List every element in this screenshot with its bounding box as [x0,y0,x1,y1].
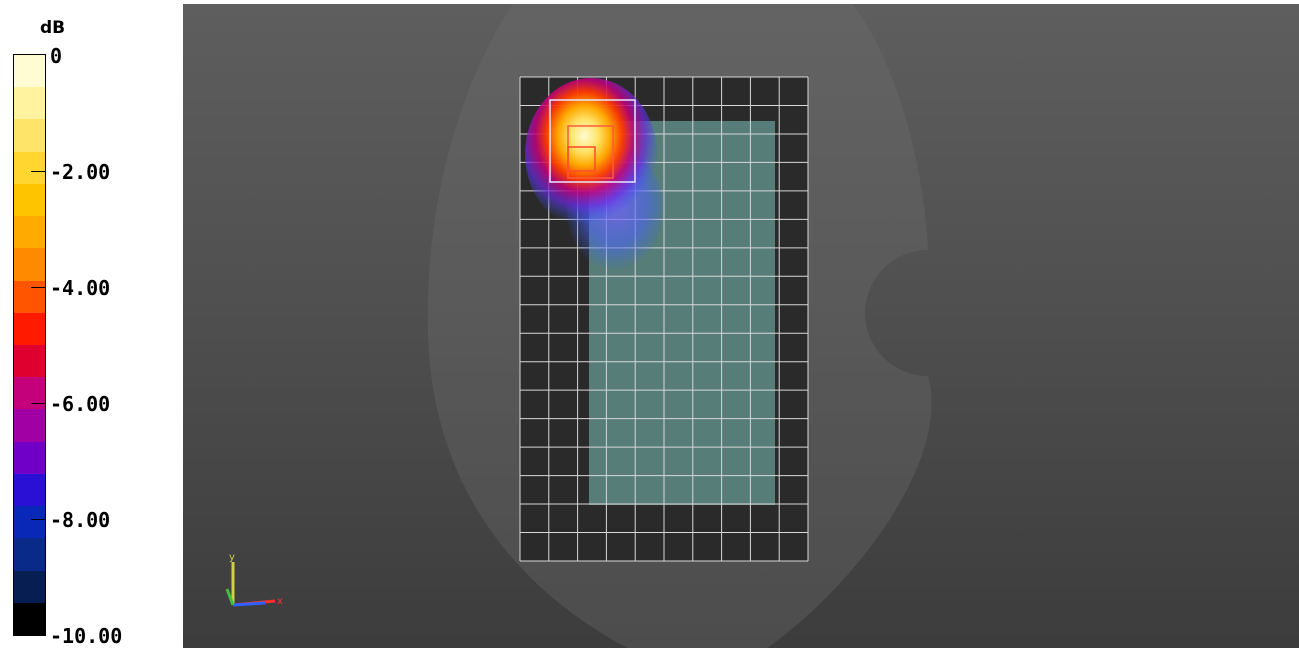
color-scale-bar [13,54,46,636]
legend-color-band [14,570,45,603]
3d-viewport[interactable]: y x [183,4,1299,648]
legend-tick [31,287,45,288]
axis-label-x: x [277,596,283,607]
legend-color-band [14,377,45,410]
color-legend: dB 0 -2.00 -4.00 -6.00 -8.00 -10.00 [0,0,180,648]
legend-label: -6.00 [50,392,111,416]
legend-color-band [14,602,45,635]
legend-color-band [14,506,45,539]
axis-triad-icon: y x [225,552,283,607]
legend-color-band [14,538,45,571]
hotspot [525,78,657,230]
legend-color-band [14,183,45,217]
legend-unit-label: dB [40,18,66,38]
legend-color-band [14,119,45,152]
legend-color-band [14,248,45,281]
legend-label-min: -10.00 [50,624,123,648]
legend-color-band [14,87,45,120]
legend-color-band [14,344,45,378]
legend-color-band [14,473,45,507]
scene-canvas[interactable]: y x [183,4,1299,648]
legend-label: -2.00 [50,160,111,184]
legend-tick [31,519,45,520]
legend-tick [31,403,45,404]
legend-color-band [14,55,45,88]
legend-color-band [14,441,45,474]
legend-color-band [14,216,45,249]
axis-label-y: y [229,552,235,563]
legend-tick [31,171,45,172]
legend-color-band [14,312,45,345]
legend-label: -4.00 [50,276,111,300]
legend-color-band [14,409,45,442]
legend-label-max: 0 [50,44,63,68]
legend-label: -8.00 [50,508,111,532]
legend-color-band [14,280,45,313]
legend-color-band [14,151,45,184]
